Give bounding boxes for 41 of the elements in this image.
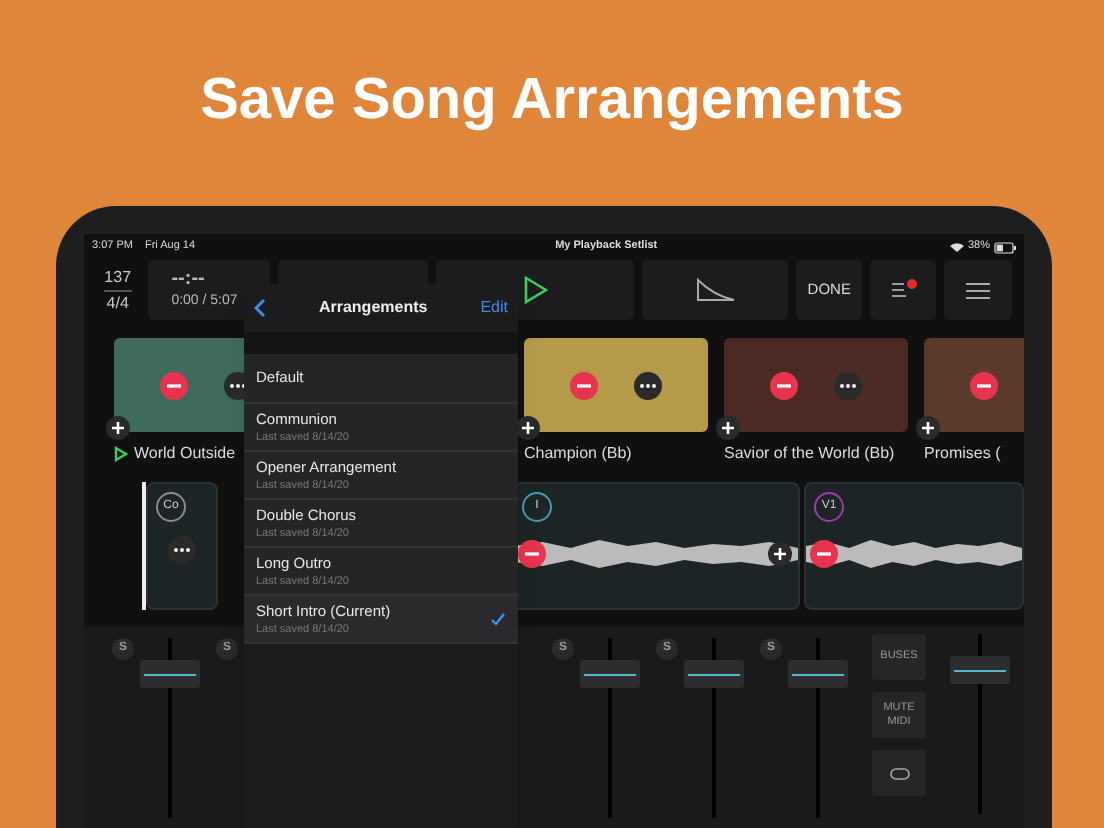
tempo-label[interactable]: 137 xyxy=(104,265,132,291)
add-icon[interactable] xyxy=(916,416,940,440)
battery-icon xyxy=(994,241,1016,253)
song-title: Savior of the World (Bb) xyxy=(724,442,895,466)
meter-label[interactable]: 4/4 xyxy=(106,291,129,315)
remove-icon[interactable] xyxy=(518,540,546,568)
add-icon[interactable] xyxy=(716,416,740,440)
song-title: Promises ( xyxy=(924,442,1001,466)
song-title: World Outside xyxy=(134,442,236,466)
add-icon[interactable] xyxy=(106,416,130,440)
remove-icon[interactable] xyxy=(770,371,798,399)
headline: Save Song Arrangements xyxy=(200,65,904,136)
remove-icon[interactable] xyxy=(970,371,998,399)
more-icon[interactable] xyxy=(168,536,196,564)
play-icon xyxy=(524,276,549,304)
edit-button[interactable]: Edit xyxy=(480,296,508,320)
fader-handle[interactable] xyxy=(950,656,1010,685)
loop-button[interactable] xyxy=(872,750,926,796)
fader-handle[interactable] xyxy=(684,660,744,689)
fade-curve-icon xyxy=(695,278,736,302)
remove-icon[interactable] xyxy=(160,371,188,399)
add-icon[interactable] xyxy=(768,542,792,566)
remove-icon[interactable] xyxy=(810,540,838,568)
popover-title: Arrangements xyxy=(316,296,430,320)
fader-handle[interactable] xyxy=(788,660,848,689)
list-icon xyxy=(889,278,918,302)
fade-button[interactable] xyxy=(642,260,789,320)
counter-label: --:-- xyxy=(171,267,205,292)
song-title: Champion (Bb) xyxy=(524,442,632,466)
setlist-button[interactable] xyxy=(869,260,937,320)
fader-handle[interactable] xyxy=(140,660,200,689)
more-icon[interactable] xyxy=(634,371,662,399)
check-icon xyxy=(490,612,506,626)
menu-button[interactable] xyxy=(944,260,1012,320)
add-icon[interactable] xyxy=(516,416,540,440)
wifi-icon xyxy=(949,242,964,252)
fader-handle[interactable] xyxy=(580,660,640,689)
more-icon[interactable] xyxy=(834,371,862,399)
back-icon[interactable] xyxy=(254,298,266,318)
menu-icon xyxy=(966,281,991,299)
loop-icon xyxy=(889,767,909,779)
